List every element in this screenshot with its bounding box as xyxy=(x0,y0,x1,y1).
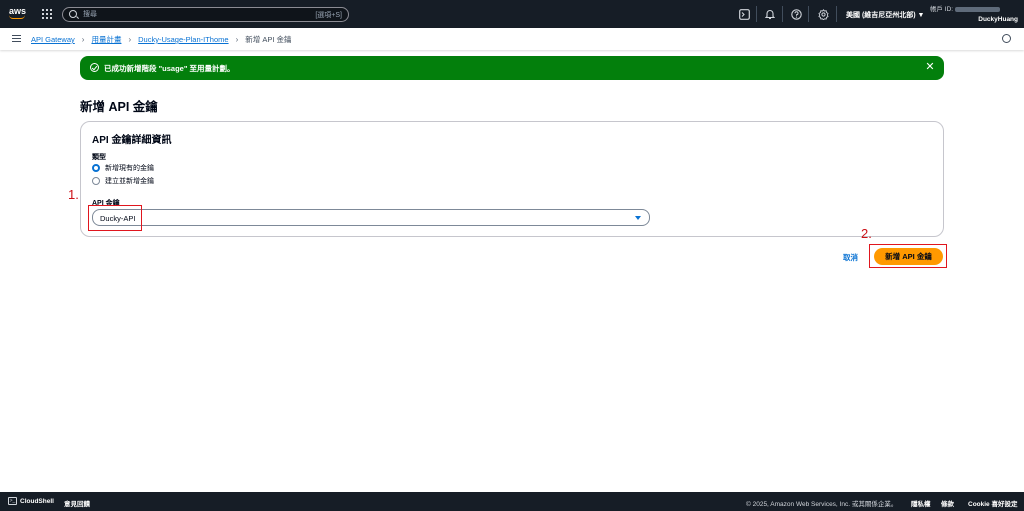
help-icon[interactable] xyxy=(790,8,802,20)
region-selector[interactable]: 美國 (維吉尼亞州北部) ▼ xyxy=(846,10,924,20)
divider xyxy=(756,6,757,22)
radio-label: 建立並新增金鑰 xyxy=(105,178,154,185)
footer: >_ CloudShell 意見回饋 © 2025, Amazon Web Se… xyxy=(0,492,1024,511)
search-shortcut-hint: [選項+S] xyxy=(315,12,342,19)
annotation-number-2: 2. xyxy=(861,226,872,241)
settings-gear-icon[interactable] xyxy=(817,8,829,20)
aws-logo[interactable]: aws xyxy=(9,7,29,21)
cookie-preferences-link[interactable]: Cookie 喜好設定 xyxy=(968,498,1017,508)
cloudshell-terminal-icon[interactable]: >_ xyxy=(8,497,17,505)
feedback-link[interactable]: 意見回饋 xyxy=(64,498,90,508)
divider xyxy=(782,6,783,22)
breadcrumb-api-gateway[interactable]: API Gateway xyxy=(31,35,75,44)
breadcrumb-current: 新增 API 金鑰 xyxy=(245,35,292,44)
caret-down-icon xyxy=(635,216,641,220)
annotation-box-1 xyxy=(88,205,142,231)
panel-title: API 金鑰詳細資訊 xyxy=(92,135,172,146)
radio-selected-icon[interactable] xyxy=(92,164,100,172)
services-grid-icon[interactable] xyxy=(42,9,52,19)
cancel-button[interactable]: 取消 xyxy=(843,252,858,263)
divider xyxy=(808,6,809,22)
type-label: 類型 xyxy=(92,154,106,161)
notifications-bell-icon[interactable] xyxy=(764,8,776,20)
terms-link[interactable]: 條款 xyxy=(941,498,954,508)
search-input[interactable] xyxy=(83,9,283,20)
preferences-icon[interactable] xyxy=(1002,34,1011,43)
cloudshell-link[interactable]: CloudShell xyxy=(20,498,54,505)
chevron-right-icon: › xyxy=(128,35,132,44)
radio-label: 新增現有的金鑰 xyxy=(105,165,154,172)
radio-unselected-icon[interactable] xyxy=(92,177,100,185)
aws-logo-text: aws xyxy=(9,6,27,16)
breadcrumb: API Gateway › 用量計畫 › Ducky-Usage-Plan-IT… xyxy=(31,34,292,45)
breadcrumb-bar: API Gateway › 用量計畫 › Ducky-Usage-Plan-IT… xyxy=(0,28,1024,50)
api-key-select[interactable]: Ducky-API xyxy=(92,209,650,226)
account-menu[interactable]: 帳戶 ID: DuckyHuang xyxy=(930,3,1024,25)
account-username: DuckyHuang xyxy=(978,16,1018,23)
radio-create-key[interactable]: 建立並新增金鑰 xyxy=(92,176,154,186)
success-flash: 已成功新增階段 "usage" 至用量計劃。 ✕ xyxy=(80,56,944,80)
api-key-details-panel: API 金鑰詳細資訊 類型 新增現有的金鑰 建立並新增金鑰 API 金鑰 Duc… xyxy=(80,121,944,237)
add-api-key-button[interactable]: 新增 API 金鑰 xyxy=(874,248,943,265)
copyright-text: © 2025, Amazon Web Services, Inc. 或其關係企業… xyxy=(746,501,898,508)
account-id-redacted xyxy=(954,6,1000,12)
account-id-label: 帳戶 ID: xyxy=(930,6,954,13)
page-title: 新增 API 金鑰 xyxy=(80,100,158,114)
flash-message: 已成功新增階段 "usage" 至用量計劃。 xyxy=(104,64,235,73)
close-icon[interactable]: ✕ xyxy=(924,61,936,73)
menu-hamburger-icon[interactable] xyxy=(12,35,21,42)
cloudshell-icon[interactable] xyxy=(738,8,750,20)
breadcrumb-usage-plans[interactable]: 用量計畫 xyxy=(91,34,121,45)
radio-existing-key[interactable]: 新增現有的金鑰 xyxy=(92,163,154,173)
top-navigation: aws [選項+S] 美國 (維吉尼亞州北部) ▼ 帳戶 ID: DuckyHu… xyxy=(0,0,1024,28)
chevron-right-icon: › xyxy=(235,35,239,44)
search-icon xyxy=(69,10,77,18)
annotation-number-1: 1. xyxy=(68,187,79,202)
chevron-right-icon: › xyxy=(81,35,85,44)
privacy-link[interactable]: 隱私權 xyxy=(911,498,931,508)
breadcrumb-usage-plan[interactable]: Ducky-Usage-Plan-IThome xyxy=(138,35,228,44)
global-search[interactable]: [選項+S] xyxy=(62,7,349,22)
success-check-icon xyxy=(90,63,99,72)
divider xyxy=(836,6,837,22)
